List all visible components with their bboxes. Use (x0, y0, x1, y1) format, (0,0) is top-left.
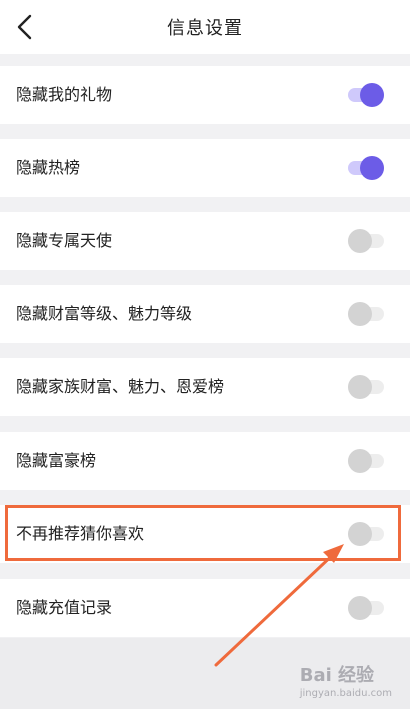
setting-label: 隐藏家族财富、魅力、恩爱榜 (16, 377, 225, 396)
toggle-knob (360, 156, 384, 180)
setting-label: 隐藏专属天使 (16, 231, 113, 250)
setting-row-hide-hot-list: 隐藏热榜 (0, 139, 410, 197)
toggle-switch[interactable] (348, 83, 384, 107)
toggle-switch[interactable] (348, 156, 384, 180)
setting-label: 不再推荐猜你喜欢 (16, 524, 145, 543)
setting-label: 隐藏富豪榜 (16, 451, 97, 470)
watermark: Bai 经验 jingyan.baidu.com (300, 661, 392, 699)
toggle-knob (348, 302, 372, 326)
page-title: 信息设置 (167, 18, 243, 39)
toggle-knob (348, 596, 372, 620)
setting-label: 隐藏热榜 (16, 158, 81, 177)
setting-row-hide-gifts: 隐藏我的礼物 (0, 66, 410, 124)
toggle-switch[interactable] (348, 302, 384, 326)
toggle-knob (348, 449, 372, 473)
setting-row-hide-recharge: 隐藏充值记录 (0, 579, 410, 637)
toggle-switch[interactable] (348, 229, 384, 253)
setting-row-hide-family-rankings: 隐藏家族财富、魅力、恩爱榜 (0, 358, 410, 416)
setting-row-hide-angel: 隐藏专属天使 (0, 212, 410, 270)
header-bar: 信息设置 (0, 0, 410, 54)
setting-label: 隐藏财富等级、魅力等级 (16, 304, 193, 323)
watermark-brand: Bai 经验 (299, 665, 375, 686)
toggle-switch[interactable] (348, 596, 384, 620)
setting-label: 隐藏我的礼物 (16, 85, 113, 104)
setting-label: 隐藏充值记录 (16, 598, 113, 617)
toggle-knob (348, 522, 372, 546)
setting-row-no-recommend: 不再推荐猜你喜欢 (0, 505, 410, 563)
toggle-knob (360, 83, 384, 107)
setting-row-hide-wealth-level: 隐藏财富等级、魅力等级 (0, 285, 410, 343)
toggle-switch[interactable] (348, 449, 384, 473)
setting-row-hide-rich-list: 隐藏富豪榜 (0, 432, 410, 490)
toggle-knob (348, 229, 372, 253)
toggle-switch[interactable] (348, 522, 384, 546)
toggle-switch[interactable] (348, 375, 384, 399)
toggle-knob (348, 375, 372, 399)
watermark-url: jingyan.baidu.com (299, 688, 392, 699)
